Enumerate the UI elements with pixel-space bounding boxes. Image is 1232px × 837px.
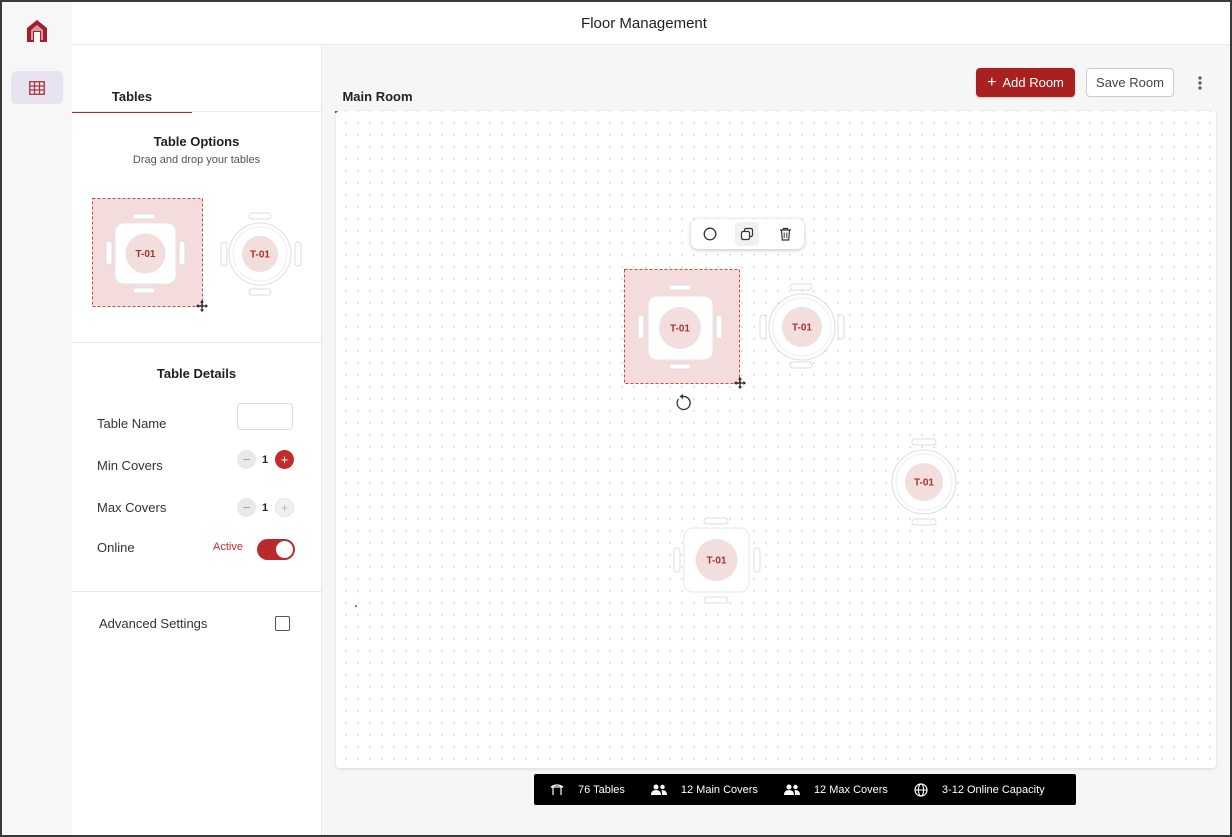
max-covers-increment-button[interactable]: + (275, 498, 294, 517)
tab-tables[interactable]: Tables (72, 81, 192, 113)
table-label: T-01 (914, 478, 934, 489)
rotate-icon[interactable] (674, 394, 692, 412)
min-covers-decrement-button[interactable]: − (237, 450, 256, 469)
square-table-option[interactable]: T-01 (92, 198, 212, 313)
min-covers-value: 1 (261, 454, 269, 466)
stat-tables-text: 76 Tables (578, 783, 625, 796)
min-covers-label: Min Covers (97, 458, 163, 473)
tables-sidebar: Tables Table Options Drag and drop your … (72, 45, 322, 835)
circle-icon[interactable] (698, 222, 722, 246)
globe-icon (914, 782, 928, 797)
table-options-title: Table Options (153, 134, 240, 149)
table-square[interactable]: T-01 (670, 516, 766, 606)
top-header: Floor Management (72, 2, 1230, 45)
table-round[interactable]: T-01 (883, 437, 963, 527)
round-table-option[interactable]: T-01 (218, 211, 304, 301)
floor-grid-nav-button[interactable] (11, 71, 63, 104)
table-name-label: Table Name (97, 416, 167, 431)
kebab-menu-icon[interactable] (1192, 73, 1208, 93)
people-icon (783, 784, 800, 795)
online-status-text: Active (213, 541, 243, 553)
advanced-settings-checkbox[interactable] (275, 616, 290, 631)
tab-main-room[interactable]: Main Room (335, 81, 420, 113)
round-option-label: T-01 (250, 250, 270, 261)
table-toolbar (691, 219, 804, 249)
stat-main-covers-text: 12 Main Covers (680, 783, 758, 796)
table-square-selected[interactable]: T-01 (624, 269, 754, 399)
online-toggle[interactable] (257, 539, 295, 560)
table-icon (550, 784, 564, 795)
plus-icon: + (987, 73, 997, 91)
table-options-subtitle: Drag and drop your tables (132, 154, 261, 166)
grid-icon (29, 80, 45, 95)
add-room-label: Add Room (1002, 75, 1064, 90)
stat-online-capacity: 3-12 Online Capacity (914, 782, 1045, 797)
stat-online-capacity-text: 3-12 Online Capacity (941, 783, 1045, 796)
trash-icon[interactable] (773, 222, 797, 246)
table-label: T-01 (792, 323, 812, 334)
advanced-settings-label: Advanced Settings (99, 616, 208, 631)
stat-tables: 76 Tables (550, 783, 625, 796)
table-name-input[interactable] (237, 403, 293, 430)
divider (72, 591, 321, 592)
table-label: T-01 (670, 324, 690, 335)
divider (72, 111, 321, 112)
capacity-stats-bar: 76 Tables 12 Main Covers 12 Max Covers 3… (534, 774, 1076, 805)
stat-main-covers: 12 Main Covers (650, 783, 758, 796)
square-option-label: T-01 (135, 249, 155, 260)
online-label: Online (97, 540, 135, 555)
toggle-knob (276, 541, 293, 558)
add-room-button[interactable]: + Add Room (976, 68, 1075, 97)
save-room-button[interactable]: Save Room (1086, 68, 1174, 97)
stat-max-covers-text: 12 Max Covers (813, 783, 888, 796)
min-covers-increment-button[interactable]: + (275, 450, 294, 469)
max-covers-decrement-button[interactable]: − (237, 498, 256, 517)
table-round[interactable]: T-01 (756, 282, 848, 372)
floor-canvas[interactable]: T-01 T-01 T-01 T-01 (336, 111, 1216, 768)
divider (72, 342, 321, 343)
copy-icon[interactable] (735, 222, 760, 246)
canvas-marker (355, 605, 357, 607)
main-area: Main Room + Add Room Save Room T-01 T-01… (322, 45, 1230, 835)
stat-max-covers: 12 Max Covers (783, 783, 888, 796)
home-logo-icon[interactable] (26, 19, 48, 43)
people-icon (650, 784, 667, 795)
max-covers-label: Max Covers (97, 500, 167, 515)
side-rail (2, 2, 73, 835)
page-title: Floor Management (581, 14, 707, 32)
max-covers-value: 1 (261, 502, 269, 514)
table-label: T-01 (706, 556, 726, 567)
table-details-title: Table Details (156, 366, 237, 381)
